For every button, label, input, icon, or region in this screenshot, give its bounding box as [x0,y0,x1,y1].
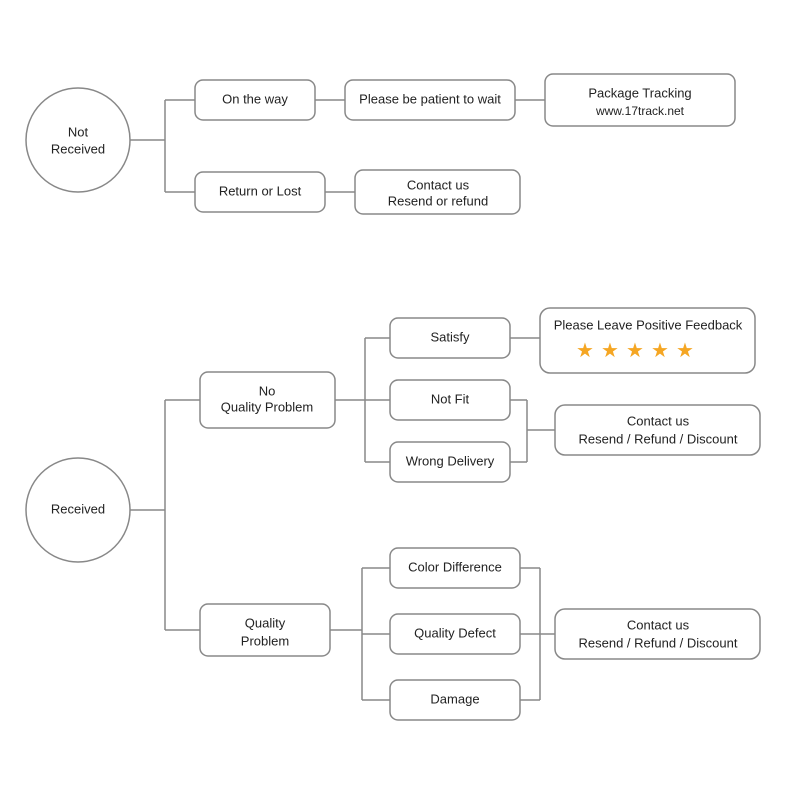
satisfy-label: Satisfy [430,329,470,344]
contact-resend-refund-label1: Contact us [407,177,470,192]
quality-defect-label: Quality Defect [414,625,496,640]
damage-label: Damage [430,691,479,706]
star2: ★ [601,340,619,362]
please-be-patient-label: Please be patient to wait [359,91,501,106]
not-received-label: Not [68,124,89,139]
received-label: Received [51,501,105,516]
star5: ★ [676,340,694,362]
no-quality-problem-label2: Quality Problem [221,399,313,414]
not-received-label2: Received [51,141,105,156]
not-received-node [26,88,130,192]
contact-resend-refund-label2: Resend or refund [388,193,488,208]
contact-quality-label1: Contact us [627,617,690,632]
star1: ★ [576,340,594,362]
no-quality-problem-label1: No [259,383,276,398]
contact-discount-label1: Contact us [627,413,690,428]
quality-problem-label2: Problem [241,633,289,648]
package-tracking-label2: www.17track.net [595,104,685,118]
quality-problem-label1: Quality [245,615,286,630]
contact-quality-label2: Resend / Refund / Discount [579,635,738,650]
star3: ★ [626,340,644,362]
return-or-lost-label: Return or Lost [219,183,302,198]
positive-feedback-label: Please Leave Positive Feedback [554,317,743,332]
wrong-delivery-label: Wrong Delivery [406,453,495,468]
contact-discount-label2: Resend / Refund / Discount [579,431,738,446]
on-the-way-label: On the way [222,91,288,106]
package-tracking-label1: Package Tracking [588,85,691,100]
star4: ★ [651,340,669,362]
color-difference-label: Color Difference [408,559,502,574]
not-fit-label: Not Fit [431,391,470,406]
